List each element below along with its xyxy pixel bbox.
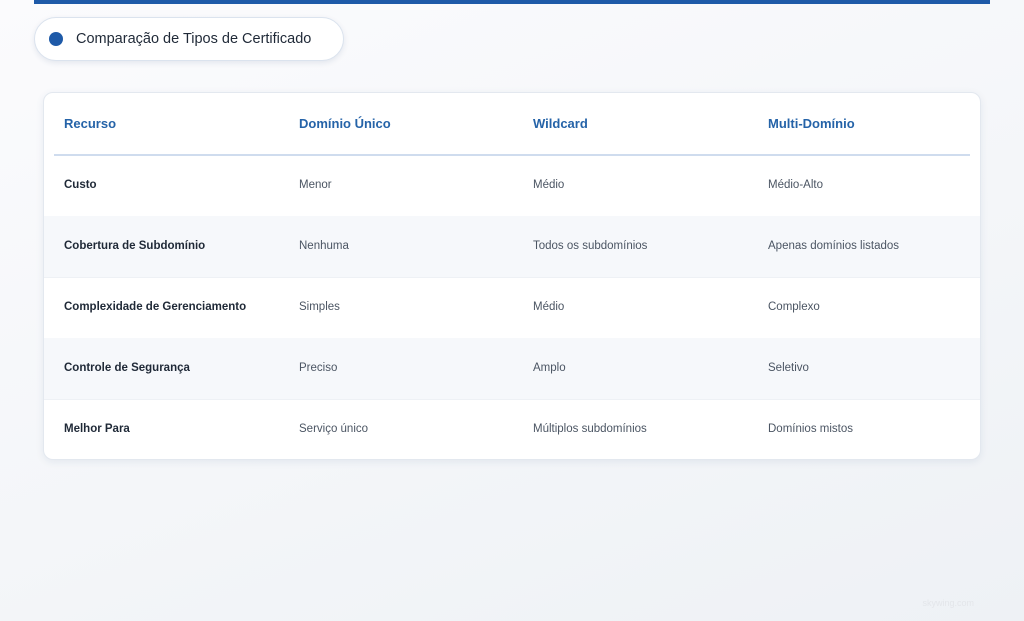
top-accent-bar bbox=[34, 0, 990, 4]
table-cell: Seletivo bbox=[768, 362, 809, 374]
table-row: Controle de Segurança Preciso Amplo Sele… bbox=[44, 338, 980, 400]
table-header: Recurso Domínio Único Wildcard Multi-Dom… bbox=[54, 93, 970, 156]
table-cell: Complexo bbox=[768, 301, 820, 313]
table-row: Cobertura de Subdomínio Nenhuma Todos os… bbox=[44, 216, 980, 278]
table-cell: Nenhuma bbox=[299, 240, 349, 252]
table-cell: Múltiplos subdomínios bbox=[533, 423, 647, 435]
table-cell: Médio-Alto bbox=[768, 179, 823, 191]
table-cell: Preciso bbox=[299, 362, 338, 374]
table-cell-feature: Melhor Para bbox=[64, 423, 130, 435]
column-header-dominio-unico: Domínio Único bbox=[299, 116, 391, 131]
table-cell: Médio bbox=[533, 301, 565, 313]
table-row: Custo Menor Médio Médio-Alto bbox=[44, 155, 980, 217]
table-cell: Médio bbox=[533, 179, 565, 191]
page-title: Comparação de Tipos de Certificado bbox=[76, 31, 312, 47]
table-cell: Apenas domínios listados bbox=[768, 240, 900, 252]
table-row: Complexidade de Gerenciamento Simples Mé… bbox=[44, 277, 980, 339]
bullet-dot-icon bbox=[49, 32, 63, 46]
table-row: Melhor Para Serviço único Múltiplos subd… bbox=[44, 399, 980, 459]
page-title-pill: Comparação de Tipos de Certificado bbox=[34, 17, 344, 61]
table-cell-feature: Custo bbox=[64, 179, 97, 191]
column-header-recurso: Recurso bbox=[64, 116, 117, 131]
column-header-wildcard: Wildcard bbox=[533, 116, 588, 131]
table-cell: Serviço único bbox=[299, 423, 369, 435]
watermark: skywing.com bbox=[922, 598, 974, 608]
table-cell: Menor bbox=[299, 179, 332, 191]
table-cell: Amplo bbox=[533, 362, 566, 374]
table-cell-feature: Complexidade de Gerenciamento bbox=[64, 301, 247, 313]
table-cell: Domínios mistos bbox=[768, 423, 853, 435]
column-header-multi-dominio: Multi-Domínio bbox=[768, 116, 855, 131]
table-cell-feature: Controle de Segurança bbox=[64, 362, 190, 374]
table-cell-feature: Cobertura de Subdomínio bbox=[64, 240, 206, 252]
comparison-table: Recurso Domínio Único Wildcard Multi-Dom… bbox=[43, 92, 981, 460]
table-cell: Todos os subdomínios bbox=[533, 240, 648, 252]
table-cell: Simples bbox=[299, 301, 340, 313]
